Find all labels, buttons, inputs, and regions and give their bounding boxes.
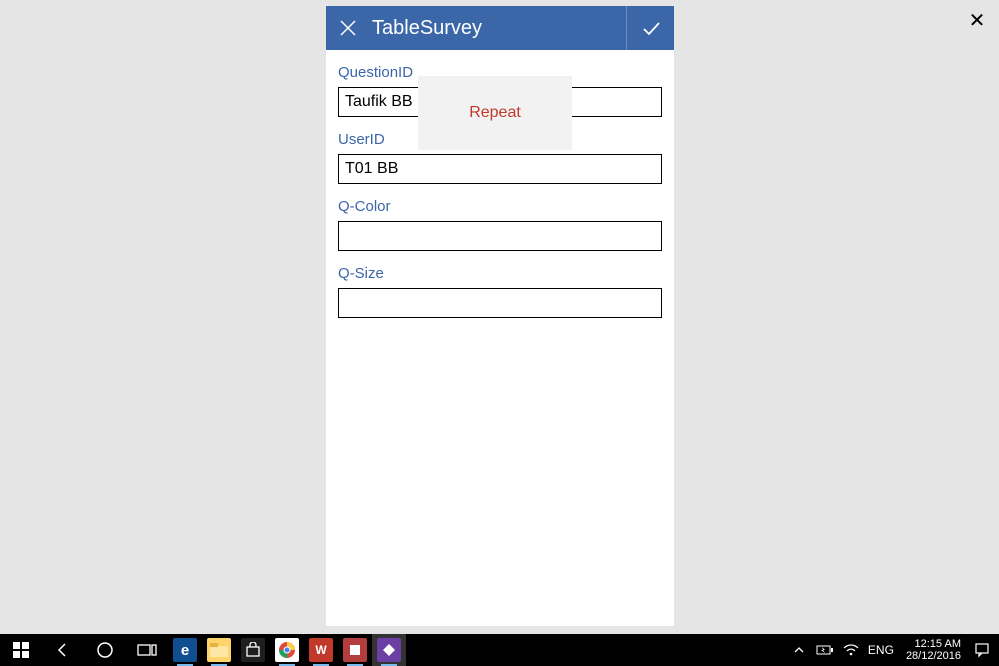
label-qcolor: Q-Color bbox=[338, 198, 662, 215]
form-header: TableSurvey bbox=[326, 6, 674, 50]
chevron-up-icon bbox=[793, 644, 805, 656]
tooltip-text: Repeat bbox=[469, 104, 521, 122]
form-body: QuestionID UserID Q-Color Q-Size Repeat bbox=[326, 50, 674, 346]
tray-action-center-button[interactable] bbox=[971, 634, 993, 666]
taskbar-app-explorer[interactable] bbox=[202, 634, 236, 666]
input-userid[interactable] bbox=[338, 154, 662, 184]
red-app-icon: W bbox=[309, 638, 333, 662]
windows-taskbar: e W bbox=[0, 634, 999, 666]
input-qsize[interactable] bbox=[338, 288, 662, 318]
clock-time: 12:15 AM bbox=[915, 638, 961, 650]
x-icon bbox=[338, 18, 358, 38]
task-view-button[interactable] bbox=[126, 634, 168, 666]
taskbar-app-red[interactable]: W bbox=[304, 634, 338, 666]
powerapps-form-frame: TableSurvey QuestionID UserID Q-Color Q-… bbox=[326, 6, 674, 626]
tray-battery-button[interactable] bbox=[814, 634, 836, 666]
label-qsize: Q-Size bbox=[338, 265, 662, 282]
form-cancel-button[interactable] bbox=[326, 6, 370, 50]
field-qcolor: Q-Color bbox=[338, 198, 662, 251]
access-icon bbox=[343, 638, 367, 662]
window-close-button[interactable]: ✕ bbox=[965, 8, 989, 32]
cortana-icon bbox=[96, 641, 114, 659]
edge-icon: e bbox=[173, 638, 197, 662]
taskbar-app-edge[interactable]: e bbox=[168, 634, 202, 666]
purple-app-icon bbox=[377, 638, 401, 662]
check-icon bbox=[640, 17, 662, 39]
store-icon bbox=[241, 638, 265, 662]
close-icon: ✕ bbox=[969, 8, 986, 33]
action-center-icon bbox=[974, 642, 990, 658]
clock-date: 28/12/2016 bbox=[906, 650, 961, 662]
taskbar-app-chrome[interactable] bbox=[270, 634, 304, 666]
field-qsize: Q-Size bbox=[338, 265, 662, 318]
input-qcolor[interactable] bbox=[338, 221, 662, 251]
taskbar-app-access[interactable] bbox=[338, 634, 372, 666]
validation-tooltip: Repeat bbox=[418, 76, 572, 150]
tray-chevron-button[interactable] bbox=[788, 634, 810, 666]
taskbar-app-store[interactable] bbox=[236, 634, 270, 666]
tray-network-button[interactable] bbox=[840, 634, 862, 666]
taskbar-app-purple[interactable] bbox=[372, 634, 406, 666]
start-button[interactable] bbox=[0, 634, 42, 666]
task-view-icon bbox=[137, 642, 157, 658]
file-explorer-icon bbox=[207, 638, 231, 662]
wifi-icon bbox=[843, 643, 859, 657]
battery-icon bbox=[816, 644, 834, 656]
form-title: TableSurvey bbox=[370, 17, 626, 40]
windows-icon bbox=[13, 642, 29, 658]
tray-language-button[interactable]: ENG bbox=[866, 634, 896, 666]
system-tray: ENG 12:15 AM 28/12/2016 bbox=[788, 634, 999, 666]
form-submit-button[interactable] bbox=[626, 6, 674, 50]
cortana-button[interactable] bbox=[84, 634, 126, 666]
chrome-icon bbox=[275, 638, 299, 662]
tray-clock[interactable]: 12:15 AM 28/12/2016 bbox=[900, 638, 967, 662]
back-button[interactable] bbox=[42, 634, 84, 666]
arrow-left-icon bbox=[54, 641, 72, 659]
language-label: ENG bbox=[868, 643, 894, 657]
